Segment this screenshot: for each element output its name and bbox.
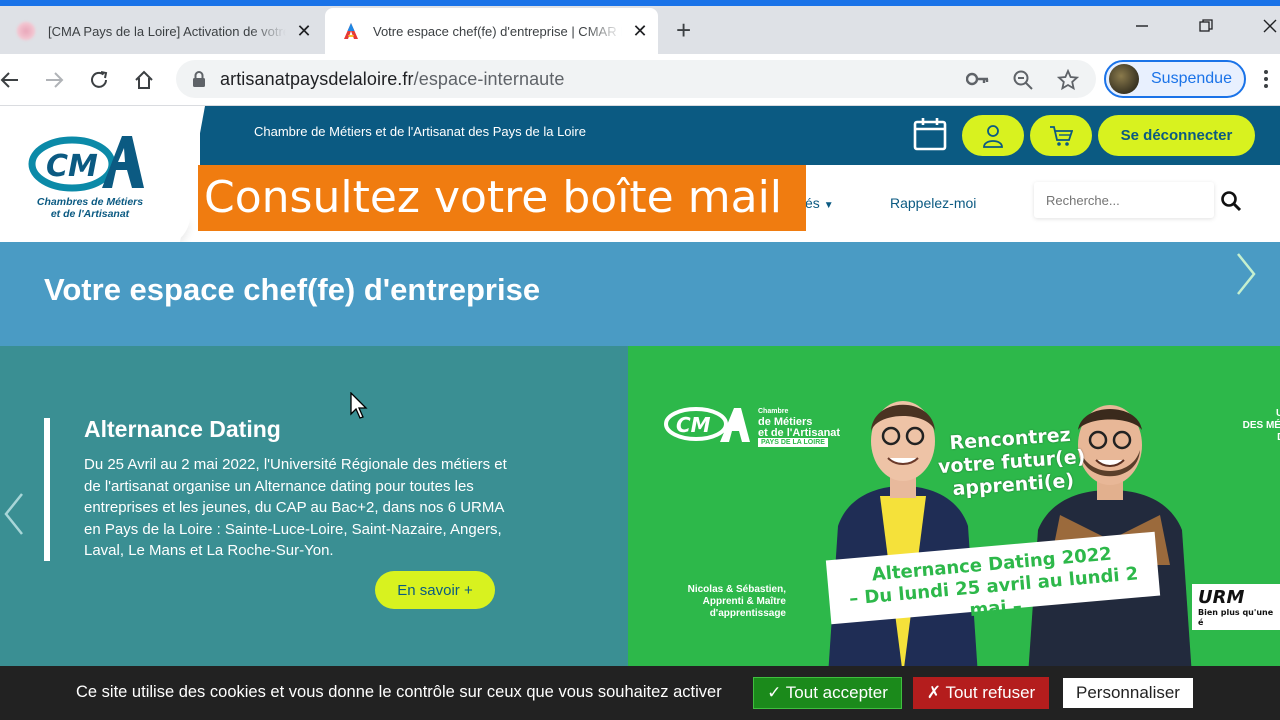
- back-icon[interactable]: [0, 64, 26, 96]
- profile-button[interactable]: Suspendue: [1104, 60, 1246, 98]
- logo-line-2: et de l'Artisanat: [50, 208, 130, 220]
- browser-toolbar: artisanatpaysdelaloire.fr/espace-interna…: [0, 54, 1280, 106]
- carousel-image[interactable]: CM Chambre de Métiers et de l'Artisanat …: [628, 346, 1280, 666]
- ad-univ-3: DES PAYS D: [1176, 432, 1280, 444]
- tab-title: Votre espace chef(fe) d'entreprise | CMA…: [373, 23, 622, 39]
- ad-headline: Rencontrez votre futur(e) apprenti(e): [936, 423, 1088, 502]
- window-accent-stripe: [0, 0, 1280, 6]
- chevron-left-icon[interactable]: [2, 490, 26, 538]
- blurred-favicon-icon: [16, 21, 36, 41]
- home-icon[interactable]: [128, 64, 160, 96]
- calendar-icon[interactable]: [912, 116, 948, 152]
- svg-text:CM: CM: [46, 149, 98, 184]
- forward-icon[interactable]: [38, 64, 70, 96]
- mouse-cursor-icon: [350, 392, 368, 419]
- cma-logo-icon: CM: [28, 136, 144, 192]
- search-icon[interactable]: [1220, 190, 1242, 212]
- logo-text: Chambres de Métiers et de l'Artisanat: [20, 196, 160, 220]
- cookie-banner: Ce site utilise des cookies et vous donn…: [0, 666, 1280, 720]
- new-tab-icon[interactable]: +: [676, 16, 691, 44]
- user-icon: [983, 124, 1003, 148]
- logo-line-1: Chambres de Métiers: [36, 196, 144, 208]
- ad-urma-sub: Bien plus qu'une é: [1198, 608, 1274, 627]
- ad-caption-3: d'apprentissage: [709, 608, 786, 619]
- chambre-label: Chambre de Métiers et de l'Artisanat des…: [254, 124, 586, 139]
- cart-button[interactable]: [1030, 115, 1092, 156]
- ad-urma-badge: URM Bien plus qu'une é: [1192, 584, 1280, 630]
- refuse-all-button[interactable]: ✗ Tout refuser: [913, 677, 1049, 709]
- address-bar[interactable]: artisanatpaysdelaloire.fr/espace-interna…: [176, 60, 1096, 98]
- browser-tab-espace[interactable]: Votre espace chef(fe) d'entreprise | CMA…: [325, 8, 658, 54]
- zoom-out-icon[interactable]: [1012, 69, 1034, 91]
- cma-favicon-icon: [344, 23, 358, 39]
- learn-more-button[interactable]: En savoir +: [375, 571, 495, 609]
- avatar: [1109, 64, 1139, 94]
- slide-description: Du 25 Avril au 2 mai 2022, l'Université …: [84, 456, 507, 559]
- page-title: Votre espace chef(fe) d'entreprise: [44, 272, 541, 307]
- account-button[interactable]: [962, 115, 1024, 156]
- browser-tab-activation[interactable]: [CMA Pays de la Loire] Activation de vot…: [0, 8, 322, 54]
- url-path: /espace-internaute: [413, 68, 565, 89]
- cma-logo[interactable]: CM Chambres de Métiers et de l'Artisanat: [0, 106, 205, 242]
- website: CM Chambres de Métiers et de l'Artisanat…: [0, 106, 1280, 720]
- lock-icon[interactable]: [192, 70, 206, 88]
- title-band: Votre espace chef(fe) d'entreprise: [0, 242, 1280, 346]
- close-tab-icon[interactable]: ✕: [286, 21, 322, 42]
- accept-all-button[interactable]: ✓ Tout accepter: [753, 677, 902, 709]
- browser-menu-icon[interactable]: [1262, 68, 1270, 90]
- profile-label: Suspendue: [1151, 70, 1232, 87]
- close-window-icon[interactable]: [1262, 18, 1278, 34]
- close-tab-icon[interactable]: ✕: [622, 21, 658, 42]
- url-host: artisanatpaysdelaloire.fr: [220, 68, 414, 89]
- nav-item-label: és: [805, 195, 820, 211]
- slide-accent-bar: [44, 418, 50, 561]
- ad-university-text: UNIVERSITÉ DES MÉTIERS DE L DES PAYS D: [1176, 408, 1280, 444]
- overlay-banner: Consultez votre boîte mail: [198, 165, 806, 231]
- url-text: artisanatpaysdelaloire.fr/espace-interna…: [220, 69, 565, 90]
- carousel-text-panel: Alternance Dating Du 25 Avril au 2 mai 2…: [0, 346, 628, 666]
- cart-icon: [1050, 125, 1073, 146]
- search-field[interactable]: [1034, 182, 1214, 218]
- logout-button[interactable]: Se déconnecter: [1098, 115, 1255, 156]
- ad-urma-title: URM: [1198, 587, 1245, 608]
- ad-caption-1: Nicolas & Sébastien,: [687, 584, 786, 595]
- search-input[interactable]: [1034, 182, 1214, 218]
- bookmark-star-icon[interactable]: [1057, 69, 1079, 91]
- minimize-icon[interactable]: [1134, 18, 1150, 34]
- cookie-message: Ce site utilise des cookies et vous donn…: [76, 683, 722, 701]
- restore-icon[interactable]: [1198, 18, 1214, 34]
- customize-button[interactable]: Personnaliser: [1062, 677, 1194, 709]
- ad-caption: Nicolas & Sébastien, Apprenti & Maître d…: [666, 584, 786, 620]
- svg-text:CM: CM: [676, 413, 711, 437]
- ad-univ-1: UNIVERSITÉ: [1275, 408, 1280, 419]
- ad-univ-2: DES MÉTIERS DE L: [1242, 420, 1280, 431]
- key-icon[interactable]: [966, 69, 990, 89]
- slide-title: Alternance Dating: [84, 416, 281, 442]
- caret-down-icon: ▼: [823, 200, 834, 211]
- browser-tab-strip: [CMA Pays de la Loire] Activation de vot…: [0, 0, 1280, 54]
- chevron-right-icon[interactable]: [1234, 250, 1258, 298]
- nav-item-rappelez-moi[interactable]: Rappelez-moi: [890, 195, 976, 211]
- nav-item-dropdown[interactable]: és ▼: [805, 195, 834, 211]
- tab-title: [CMA Pays de la Loire] Activation de vot…: [48, 23, 286, 39]
- cma-ad-logo-icon: CM: [664, 407, 750, 442]
- reload-icon[interactable]: [83, 64, 115, 96]
- ad-caption-2: Apprenti & Maître: [702, 596, 786, 607]
